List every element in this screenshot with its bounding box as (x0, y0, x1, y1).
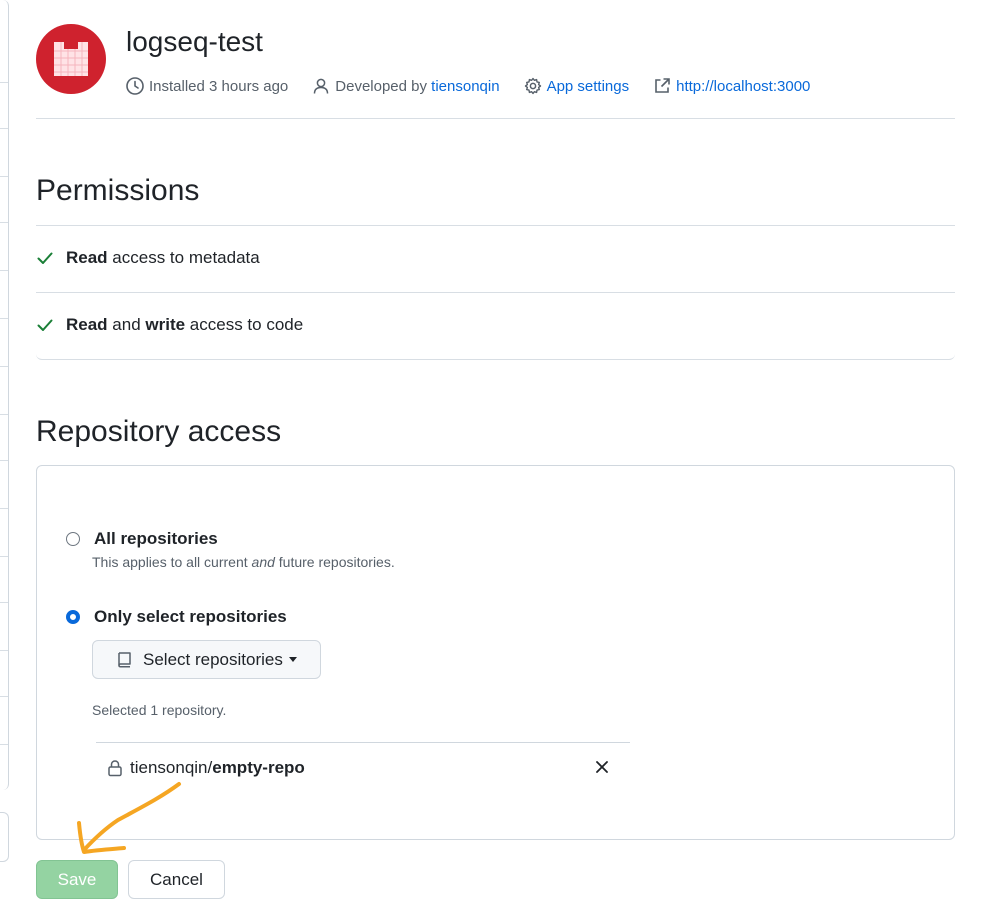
app-settings-label: App settings (546, 77, 630, 95)
app-avatar (36, 24, 106, 94)
developed-by-label: Developed by (335, 77, 427, 95)
all-repositories-note: This applies to all current and future r… (92, 554, 395, 570)
check-icon (37, 252, 53, 264)
lock-icon (108, 760, 122, 777)
clock-icon (126, 77, 144, 95)
selected-repo-name: empty-repo (212, 758, 305, 777)
sidebar-edge-lower (0, 812, 9, 862)
permissions-divider (36, 225, 955, 226)
save-button[interactable]: Save (36, 860, 118, 899)
select-repositories-option[interactable]: Only select repositories (66, 607, 287, 627)
close-icon[interactable] (594, 759, 610, 775)
permission-text: Read access to metadata (66, 248, 260, 268)
select-repositories-radio[interactable] (66, 610, 80, 624)
developer-info: Developed by tiensonqin (312, 77, 500, 95)
note-text-after: future repositories. (274, 554, 395, 570)
permissions-heading: Permissions (36, 174, 200, 207)
homepage-url: http://localhost:3000 (676, 77, 811, 95)
note-text-before: This applies to all current (92, 554, 252, 570)
note-text-emphasis: and (251, 554, 275, 570)
gear-icon (524, 77, 541, 95)
permissions-box-bottom (36, 292, 955, 360)
select-repositories-button-label: Select repositories (143, 649, 283, 669)
permission-item-metadata: Read access to metadata (36, 248, 955, 268)
homepage-link[interactable]: http://localhost:3000 (653, 77, 810, 95)
repo-list-divider (96, 742, 630, 743)
installed-info: Installed 3 hours ago (126, 77, 288, 95)
sidebar-edge (0, 0, 9, 790)
header-divider (36, 118, 955, 119)
developer-link[interactable]: tiensonqin (431, 78, 499, 95)
external-link-icon (655, 78, 670, 93)
caret-down-icon (288, 657, 297, 662)
all-repositories-radio[interactable] (66, 532, 80, 546)
all-repositories-label[interactable]: All repositories (94, 529, 218, 549)
all-repositories-option[interactable]: All repositories (66, 529, 218, 549)
select-repositories-label[interactable]: Only select repositories (94, 607, 287, 627)
app-title: logseq-test (126, 26, 263, 57)
repository-access-heading: Repository access (36, 415, 282, 448)
person-icon (314, 78, 329, 94)
permission-desc: access to metadata (107, 248, 260, 267)
selected-repo-item: tiensonqin/empty-repo (106, 756, 610, 780)
repo-icon (118, 651, 131, 668)
installed-text: Installed 3 hours ago (149, 77, 289, 95)
selected-count-text: Selected 1 repository. (92, 702, 227, 718)
app-logo-icon (54, 42, 88, 76)
app-settings-link[interactable]: App settings (524, 77, 630, 95)
app-meta-row: Installed 3 hours ago Developed by tiens… (126, 74, 834, 98)
cancel-button[interactable]: Cancel (128, 860, 225, 899)
selected-repo-owner: tiensonqin/ (130, 758, 213, 777)
select-repositories-button[interactable]: Select repositories (92, 640, 321, 679)
permission-read: Read (66, 248, 108, 267)
